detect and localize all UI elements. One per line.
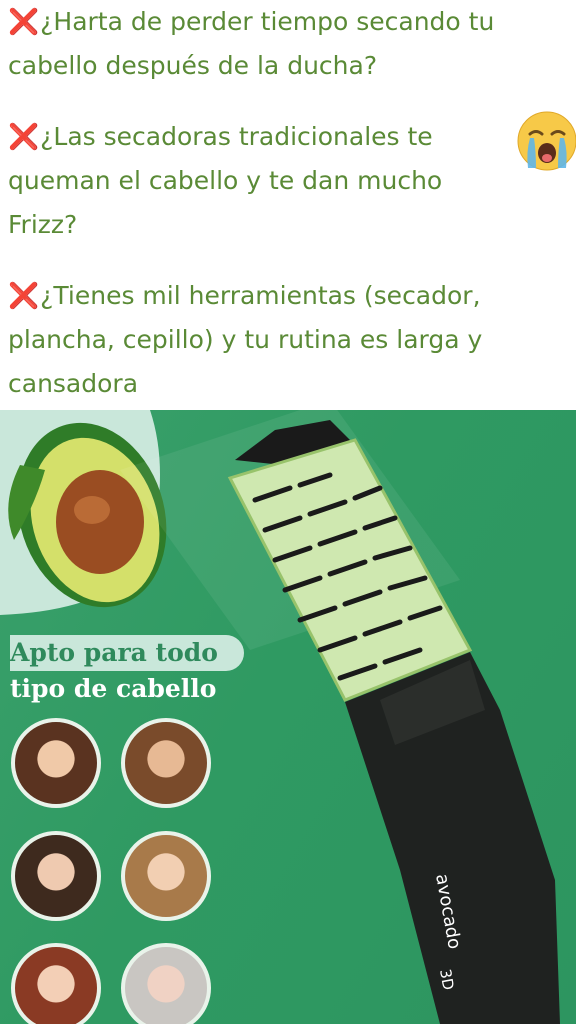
model-label: 3D (436, 968, 457, 992)
cross-mark-icon: ❌ (8, 7, 40, 36)
avatar-red-hair (11, 943, 101, 1024)
badge-line-1: Apto para todo (10, 635, 244, 671)
message-1-text: ¿Harta de perder tiempo secando tu cabel… (8, 7, 495, 80)
message-3-text: ¿Tienes mil herramientas (secador, planc… (8, 281, 483, 398)
message-2: ❌¿Las secadoras tradicionales te queman … (8, 115, 508, 247)
avatar-short-hair (11, 831, 101, 921)
avatar-straight-hair (121, 831, 211, 921)
loudly-crying-face-icon (517, 111, 576, 171)
hair-type-badge: Apto para todo tipo de cabello (10, 635, 244, 707)
message-list: ❌¿Harta de perder tiempo secando tu cabe… (8, 0, 508, 433)
avatar-curly-hair (11, 718, 101, 808)
product-image: avocado 3D Apto para todo tipo de cabell… (0, 410, 576, 1024)
avatar-silver-hair (121, 943, 211, 1024)
cross-mark-icon: ❌ (8, 281, 40, 310)
message-1: ❌¿Harta de perder tiempo secando tu cabe… (8, 0, 508, 88)
product-illustration: avocado 3D (0, 410, 560, 1024)
message-3: ❌¿Tienes mil herramientas (secador, plan… (8, 274, 508, 406)
badge-line-2: tipo de cabello (10, 674, 217, 703)
message-2-text: ¿Las secadoras tradicionales te queman e… (8, 122, 443, 239)
avatar-wavy-hair (121, 718, 211, 808)
cross-mark-icon: ❌ (8, 122, 40, 151)
